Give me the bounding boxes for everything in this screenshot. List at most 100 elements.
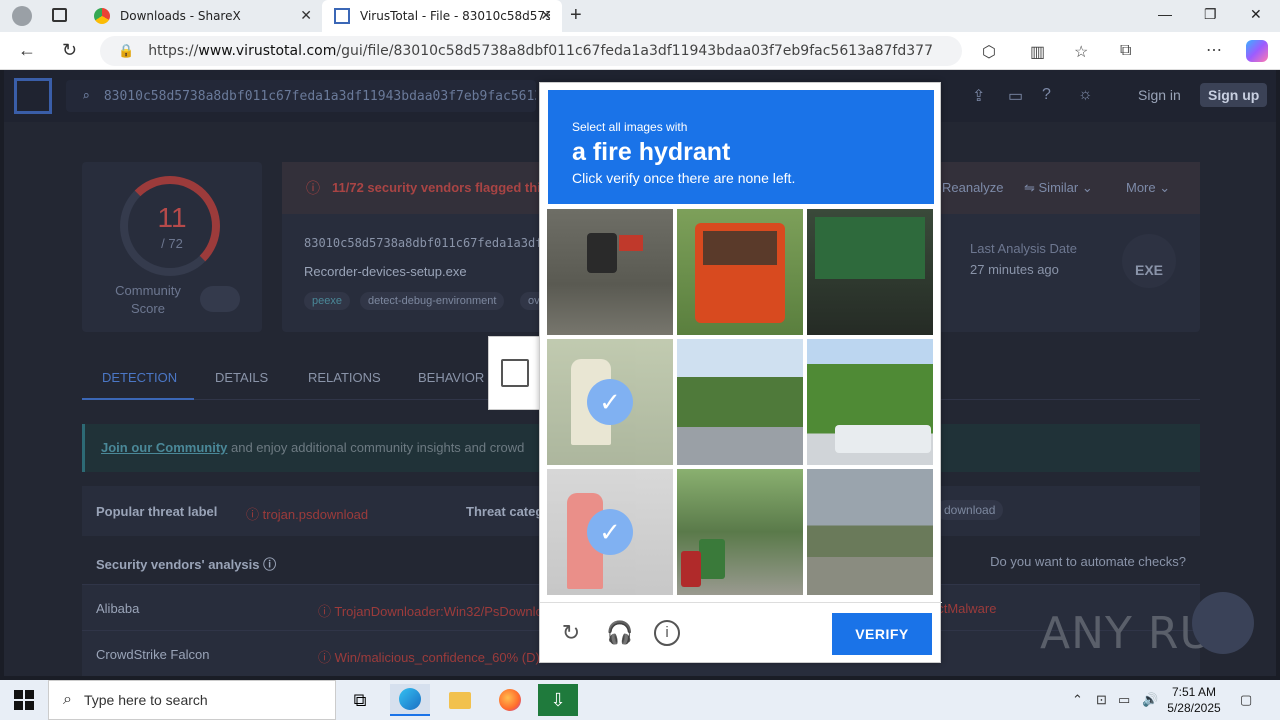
selected-check-icon: ✓ bbox=[587, 379, 633, 425]
address-bar[interactable]: 🔒 https://www.virustotal.com/gui/file/83… bbox=[100, 36, 962, 66]
chrome-icon bbox=[94, 8, 110, 24]
edge-icon[interactable] bbox=[390, 684, 430, 716]
vendor-name: Alibaba bbox=[96, 601, 140, 616]
back-icon[interactable]: ← bbox=[18, 40, 36, 61]
sharex-icon[interactable]: ⇩ bbox=[538, 684, 578, 716]
captcha-target: a fire hydrant bbox=[572, 138, 731, 166]
restore-icon[interactable]: ❐ bbox=[1204, 6, 1217, 23]
notifications-icon[interactable]: ▭ bbox=[1008, 86, 1023, 106]
tab-detection[interactable]: DETECTION bbox=[102, 370, 177, 385]
captcha-tile-hydrant[interactable]: ✓ bbox=[547, 339, 673, 465]
lock-icon: 🔒 bbox=[118, 43, 135, 59]
notification-icon[interactable]: ▢ bbox=[1240, 692, 1252, 708]
chevron-up-icon[interactable]: ⌃ bbox=[1072, 692, 1083, 708]
profile-icon[interactable] bbox=[12, 6, 32, 26]
volume-icon[interactable]: 🔊 bbox=[1142, 692, 1158, 708]
vendor-result: ⓘ Win/malicious_confidence_60% (D) bbox=[318, 650, 540, 665]
captcha-challenge: Select all images with a fire hydrant Cl… bbox=[539, 82, 942, 664]
vendor-result: ⓘ TrojanDownloader:Win32/PsDownloa bbox=[318, 604, 550, 619]
address-row: ← ↻ 🔒 https://www.virustotal.com/gui/fil… bbox=[0, 32, 1280, 70]
upload-icon[interactable]: ⇪ bbox=[972, 86, 985, 106]
file-hash[interactable]: 83010c58d5738a8dbf011c67feda1a3df11 bbox=[304, 236, 557, 250]
tab-sharex[interactable]: Downloads - ShareX ✕ bbox=[82, 0, 322, 32]
more-button[interactable]: More ⌄ bbox=[1126, 180, 1170, 196]
collections-icon[interactable]: ⧉ bbox=[1120, 42, 1131, 60]
tab-relations[interactable]: RELATIONS bbox=[308, 370, 381, 385]
tab-virustotal[interactable]: VirusTotal - File - 83010c58d5738 ✕ bbox=[322, 0, 562, 32]
browser-tab-strip: Downloads - ShareX ✕ VirusTotal - File -… bbox=[0, 0, 1280, 32]
reanalyze-button[interactable]: Reanalyze bbox=[942, 180, 1003, 195]
captcha-instruction: Select all images with bbox=[572, 120, 688, 134]
captcha-checkbox[interactable] bbox=[501, 359, 529, 387]
captcha-hint: Click verify once there are none left. bbox=[572, 170, 796, 186]
vendors-label: Security vendors' analysis ⓘ bbox=[96, 557, 277, 572]
file-name: Recorder-devices-setup.exe bbox=[304, 264, 467, 279]
network-icon[interactable]: ⊡ bbox=[1096, 692, 1107, 708]
captcha-tile-motorbike[interactable] bbox=[547, 209, 673, 335]
tab-actions-icon[interactable] bbox=[52, 8, 67, 22]
reload-icon[interactable]: ↻ bbox=[558, 620, 584, 646]
alert-icon: ⓘ bbox=[306, 180, 320, 196]
firefox-icon[interactable] bbox=[490, 684, 530, 716]
community-score-label: Community Score bbox=[115, 283, 181, 316]
captcha-tile-bridge[interactable] bbox=[807, 469, 933, 595]
captcha-tile-road[interactable] bbox=[677, 339, 803, 465]
audio-challenge-icon[interactable]: 🎧 bbox=[606, 620, 633, 646]
selected-check-icon: ✓ bbox=[587, 509, 633, 555]
active-tab-indicator bbox=[82, 398, 194, 400]
score-total: / 72 bbox=[161, 236, 183, 251]
tag-peexe[interactable]: peexe bbox=[304, 292, 350, 310]
minimize-icon[interactable]: — bbox=[1158, 6, 1172, 22]
system-clock[interactable]: 7:51 AM 5/28/2025 bbox=[1162, 684, 1226, 716]
community-score-badge[interactable] bbox=[200, 286, 240, 312]
captcha-tile-trees[interactable] bbox=[807, 339, 933, 465]
split-screen-icon[interactable]: ▥ bbox=[1030, 42, 1045, 62]
threat-tag[interactable]: download bbox=[936, 500, 1004, 520]
captcha-header: Select all images with a fire hydrant Cl… bbox=[548, 90, 934, 204]
refresh-icon[interactable]: ↻ bbox=[62, 40, 77, 61]
virustotal-logo[interactable] bbox=[14, 78, 52, 114]
extensions-icon[interactable]: ⬡ bbox=[982, 42, 996, 62]
sign-in-link[interactable]: Sign in bbox=[1138, 87, 1181, 103]
copilot-icon[interactable] bbox=[1246, 40, 1268, 62]
tab-details[interactable]: DETAILS bbox=[215, 370, 268, 385]
search-icon: ⌕ bbox=[63, 691, 72, 708]
search-input[interactable]: ⌕ 83010c58d5738a8dbf011c67feda1a3df11943… bbox=[66, 80, 536, 112]
sign-up-button[interactable]: Sign up bbox=[1200, 83, 1268, 107]
help-icon[interactable]: ? bbox=[1042, 86, 1051, 104]
captcha-footer: ↻ 🎧 i VERIFY bbox=[540, 602, 942, 664]
captcha-checkbox-widget bbox=[488, 336, 544, 410]
chat-button[interactable] bbox=[1192, 592, 1254, 654]
file-type-badge: EXE bbox=[1122, 234, 1176, 288]
file-explorer-icon[interactable] bbox=[440, 684, 480, 716]
verify-button[interactable]: VERIFY bbox=[832, 613, 932, 655]
captcha-tile-truck[interactable] bbox=[807, 209, 933, 335]
virustotal-icon bbox=[334, 8, 350, 24]
community-text: and enjoy additional community insights … bbox=[227, 440, 525, 455]
taskbar: ⌕ Type here to search ⧉ ⇩ ⌃ ⊡ ▭ 🔊 7:51 A… bbox=[0, 680, 1280, 720]
favorites-icon[interactable]: ☆ bbox=[1074, 42, 1088, 62]
last-analysis-label: Last Analysis Date bbox=[970, 241, 1077, 256]
close-tab-icon[interactable]: ✕ bbox=[300, 8, 312, 24]
captcha-grid: ✓ ✓ bbox=[547, 209, 935, 597]
join-community-link[interactable]: Join our Community bbox=[101, 440, 227, 455]
display-icon[interactable]: ▭ bbox=[1118, 692, 1130, 708]
captcha-tile-cyclist[interactable] bbox=[677, 469, 803, 595]
windows-start-icon[interactable] bbox=[14, 690, 34, 710]
info-icon[interactable]: i bbox=[654, 620, 680, 646]
new-tab-icon[interactable]: + bbox=[570, 4, 582, 27]
tag-detect-debug[interactable]: detect-debug-environment bbox=[360, 292, 505, 310]
more-menu-icon[interactable]: ⋯ bbox=[1206, 40, 1222, 60]
taskbar-search[interactable]: ⌕ Type here to search bbox=[48, 680, 336, 720]
threat-category-label: Threat categ bbox=[466, 504, 544, 519]
automate-checks[interactable]: Do you want to automate checks? bbox=[990, 554, 1186, 569]
close-tab-icon[interactable]: ✕ bbox=[540, 8, 552, 24]
tab-behavior[interactable]: BEHAVIOR bbox=[418, 370, 484, 385]
theme-icon[interactable]: ☼ bbox=[1078, 86, 1093, 104]
captcha-tile-hydrant-2[interactable]: ✓ bbox=[547, 469, 673, 595]
task-view-icon[interactable]: ⧉ bbox=[340, 684, 380, 716]
close-window-icon[interactable]: ✕ bbox=[1250, 6, 1262, 23]
similar-button[interactable]: ⇋ Similar ⌄ bbox=[1024, 180, 1093, 196]
vendor-name: CrowdStrike Falcon bbox=[96, 647, 210, 662]
captcha-tile-bus[interactable] bbox=[677, 209, 803, 335]
